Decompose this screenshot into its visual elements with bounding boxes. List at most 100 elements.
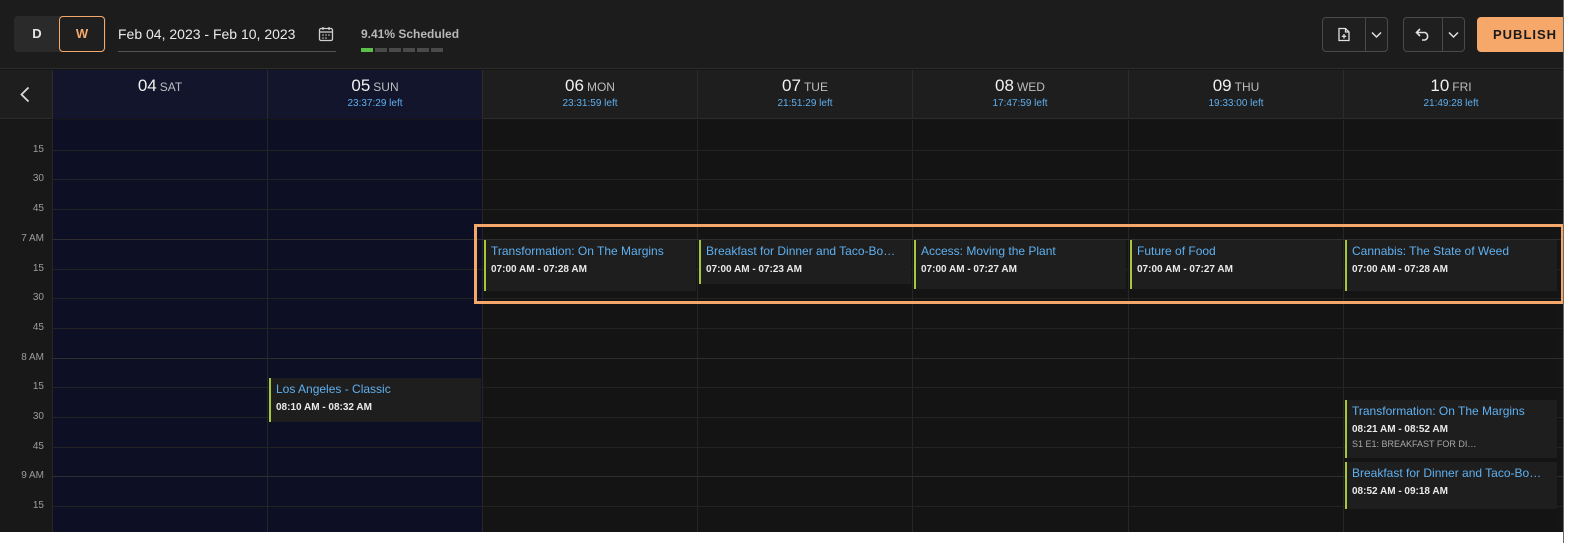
export-menu-toggle[interactable]: [1366, 18, 1388, 51]
progress-segment: [389, 48, 401, 52]
day-number: 09: [1212, 76, 1232, 95]
schedule-event[interactable]: Los Angeles - Classic 08:10 AM - 08:32 AM: [269, 378, 481, 423]
day-number: 08: [995, 76, 1014, 95]
time-left: 23:31:59 left: [562, 98, 618, 109]
time-label: 45: [32, 440, 44, 452]
day-header-tue[interactable]: 07 TUE 21:51:29 left: [697, 70, 912, 119]
export-button[interactable]: [1323, 18, 1365, 51]
day-header-mon[interactable]: 06 MON 23:31:59 left: [482, 70, 697, 119]
event-time: 07:00 AM - 07:23 AM: [706, 263, 802, 275]
time-left: 23:37:29 left: [347, 98, 403, 109]
progress-segment: [417, 48, 429, 52]
day-of-week: SAT: [159, 80, 183, 94]
grid-line: [52, 209, 1564, 210]
schedule-event[interactable]: Transformation: On The Margins 08:21 AM -…: [1345, 400, 1557, 458]
time-left: 17:47:59 left: [992, 98, 1048, 109]
time-column: 15 30 45 7 AM 15 30 45 8 AM 15 30 45 9 AM 15: [0, 120, 52, 536]
event-title: Transformation: On The Margins: [491, 243, 664, 258]
day-of-week: THU: [1234, 80, 1260, 94]
day-header-sun[interactable]: 05 SUN 23:37:29 left: [267, 70, 482, 119]
time-label: 15: [32, 500, 44, 512]
schedule-event[interactable]: Transformation: On The Margins 07:00 AM -…: [484, 239, 696, 292]
event-title: Breakfast for Dinner and Taco-Bo…: [1352, 465, 1542, 480]
toolbar: D W Feb 04, 2023 - Feb 10, 2023 9.41% Sc…: [0, 0, 1564, 69]
time-label: 15: [32, 381, 44, 393]
schedule-event[interactable]: Breakfast for Dinner and Taco-Bo… 08:52 A…: [1345, 461, 1557, 510]
publish-button[interactable]: PUBLISH: [1477, 17, 1564, 52]
event-time: 07:00 AM - 07:27 AM: [921, 263, 1017, 275]
scheduled-progress-bar: [361, 48, 445, 52]
day-number: 06: [565, 76, 584, 95]
progress-segment: [375, 48, 387, 52]
grid-line: [52, 506, 1564, 507]
grid-line: [52, 179, 1564, 180]
schedule-event[interactable]: Cannabis: The State of Weed 07:00 AM - 07…: [1345, 239, 1557, 292]
day-title: 05 SUN: [268, 76, 482, 96]
day-number: 07: [782, 76, 801, 95]
grid-line: [52, 358, 1564, 359]
event-title: Transformation: On The Margins: [1352, 404, 1525, 419]
event-title: Access: Moving the Plant: [921, 243, 1056, 258]
event-title: Future of Food: [1137, 243, 1216, 258]
progress-segment: [403, 48, 415, 52]
time-label: 15: [32, 143, 44, 155]
week-header: 04 SAT 05 SUN 23:37:29 left 06 MON 23:31:59 lef…: [0, 70, 1564, 119]
week-view-button[interactable]: W: [59, 16, 105, 52]
event-time: 07:00 AM - 07:28 AM: [1352, 263, 1448, 275]
day-header-fri[interactable]: 10 FRI 21:49:28 left: [1343, 70, 1558, 119]
calendar-icon[interactable]: [318, 26, 334, 42]
day-header-thu[interactable]: 09 THU 19:33:00 left: [1128, 70, 1343, 119]
schedule-event[interactable]: Breakfast for Dinner and Taco-Bo… 07:00 A…: [699, 239, 911, 284]
time-left: 19:33:00 left: [1208, 98, 1264, 109]
grid-line: [52, 150, 1564, 151]
grid-line: [52, 476, 1564, 477]
time-label: 30: [32, 411, 44, 422]
time-label: 8 AM: [21, 351, 44, 363]
undo-button[interactable]: [1404, 18, 1442, 51]
day-of-week: SUN: [373, 80, 399, 94]
undo-icon: [1415, 28, 1429, 41]
time-left: 21:49:28 left: [1423, 98, 1479, 109]
day-of-week: TUE: [803, 80, 828, 94]
time-label: 7 AM: [21, 232, 44, 244]
time-label: 15: [32, 262, 44, 274]
scheduler-window: D W Feb 04, 2023 - Feb 10, 2023 9.41% Sc…: [0, 0, 1564, 536]
chevron-down-icon: [1448, 31, 1459, 39]
date-range-picker[interactable]: Feb 04, 2023 - Feb 10, 2023: [118, 18, 336, 52]
event-time: 08:21 AM - 08:52 AM: [1352, 424, 1448, 436]
event-time: 07:00 AM - 07:27 AM: [1137, 263, 1233, 275]
time-label: 45: [32, 321, 44, 333]
day-number: 04: [137, 76, 157, 95]
day-header-sat[interactable]: 04 SAT: [52, 70, 267, 119]
file-export-icon: [1338, 27, 1350, 42]
undo-menu-toggle[interactable]: [1443, 18, 1465, 51]
day-header-wed[interactable]: 08 WED 17:47:59 left: [912, 70, 1127, 119]
time-label: 30: [32, 173, 44, 185]
page-edge: [0, 532, 1574, 543]
grid-line: [52, 447, 1564, 448]
previous-week-button[interactable]: [0, 70, 52, 119]
schedule-event[interactable]: Access: Moving the Plant 07:00 AM - 07:27…: [914, 239, 1126, 290]
progress-segment: [431, 48, 443, 52]
page-edge: [1563, 0, 1574, 543]
schedule-event[interactable]: Future of Food 07:00 AM - 07:27 AM: [1130, 239, 1342, 290]
event-title: Los Angeles - Classic: [276, 382, 391, 397]
day-view-button[interactable]: D: [14, 16, 60, 52]
export-dropdown: [1322, 17, 1388, 52]
event-time: 07:00 AM - 07:28 AM: [491, 263, 587, 275]
event-title: Breakfast for Dinner and Taco-Bo…: [706, 243, 896, 258]
day-of-week: FRI: [1452, 80, 1472, 94]
day-title: 10 FRI: [1344, 76, 1558, 96]
grid-line: [52, 328, 1564, 329]
day-of-week: WED: [1016, 80, 1045, 94]
time-label: 30: [32, 292, 44, 304]
view-toggle: D W: [14, 16, 106, 52]
day-title: 09 THU: [1129, 76, 1343, 96]
event-time: 08:10 AM - 08:32 AM: [276, 402, 372, 414]
event-time: 08:52 AM - 09:18 AM: [1352, 485, 1448, 497]
day-of-week: MON: [586, 80, 615, 94]
time-left: 21:51:29 left: [777, 98, 833, 109]
calendar-grid: 15 30 45 7 AM 15 30 45 8 AM 15 30 45 9 AM 15 Transfo…: [0, 120, 1564, 536]
time-label: 45: [32, 203, 44, 215]
day-title: 07 TUE: [698, 76, 912, 96]
